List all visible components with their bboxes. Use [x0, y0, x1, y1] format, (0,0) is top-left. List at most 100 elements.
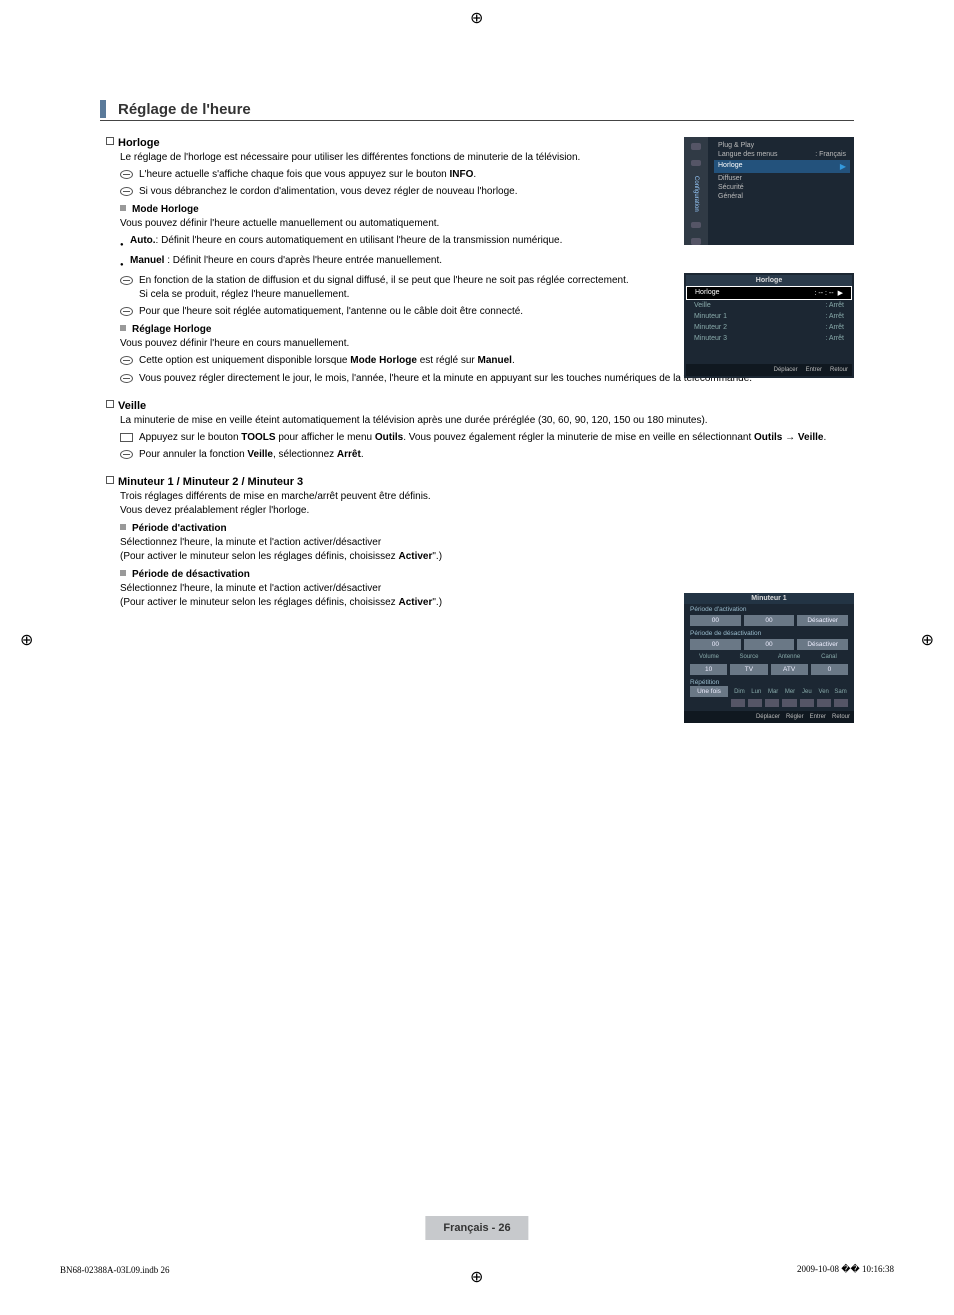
- osd-value: : -- : --: [815, 290, 834, 297]
- osd-item: Minuteur 1: [694, 313, 727, 320]
- osd-col-header: Canal: [810, 654, 848, 660]
- osd-item: Plug & Play: [718, 142, 754, 149]
- body-text: Manuel : Définit l'heure en cours d'aprè…: [130, 254, 442, 271]
- osd-footer-action: Retour: [830, 367, 848, 373]
- subsection-heading: Période d'activation: [132, 523, 227, 534]
- bullet-square-icon: [106, 476, 114, 484]
- body-text: La minuterie de mise en veille éteint au…: [120, 414, 854, 428]
- osd-cell: 00: [690, 615, 741, 626]
- document-timestamp: 2009-10-08 �� 10:16:38: [797, 1264, 894, 1275]
- crop-mark-icon: ⊕: [921, 630, 934, 650]
- section-heading: Veille: [118, 400, 146, 412]
- body-text: (Pour activer le minuteur selon les régl…: [120, 550, 640, 564]
- tools-icon: [120, 433, 133, 442]
- bullet-square-icon: [120, 325, 126, 331]
- content-area: Configuration Plug & Play Langue des men…: [100, 137, 854, 610]
- section-heading: Minuteur 1 / Minuteur 2 / Minuteur 3: [118, 476, 303, 488]
- osd-label: Répétition: [690, 679, 719, 686]
- chevron-right-icon: ▶: [838, 289, 843, 297]
- osd-cell: TV: [730, 664, 767, 675]
- page-footer: Français - 26: [425, 1216, 528, 1240]
- section-title-row: Réglage de l'heure: [100, 100, 854, 121]
- osd-cell: 00: [690, 639, 741, 650]
- bullet-square-icon: [106, 137, 114, 145]
- osd-footer-action: Déplacer: [774, 367, 798, 373]
- osd-col-header: Antenne: [770, 654, 808, 660]
- osd-day: Dim: [732, 689, 747, 695]
- note-text: En fonction de la station de diffusion e…: [139, 274, 640, 302]
- osd-day: Sam: [833, 689, 848, 695]
- osd-item: Sécurité: [718, 184, 744, 191]
- osd-selected-item: Horloge: [718, 162, 743, 171]
- osd-footer-action: Retour: [832, 714, 850, 720]
- osd-item: Général: [718, 193, 743, 200]
- osd-col-header: Source: [730, 654, 768, 660]
- body-text: Sélectionnez l'heure, la minute et l'act…: [120, 536, 640, 550]
- osd-item: Veille: [694, 302, 711, 309]
- document-id: BN68-02388A-03L09.indb 26: [60, 1265, 170, 1275]
- section-heading: Horloge: [118, 137, 160, 149]
- note-text: L'heure actuelle s'affiche chaque fois q…: [139, 168, 476, 182]
- osd-day: Mar: [766, 689, 781, 695]
- note-icon: [120, 187, 133, 196]
- note-icon: [120, 307, 133, 316]
- note-text: Pour que l'heure soit réglée automatique…: [139, 305, 523, 319]
- osd-footer-action: Régler: [786, 714, 804, 720]
- osd-cell: ATV: [771, 664, 808, 675]
- body-text: Vous pouvez définir l'heure en cours man…: [120, 337, 640, 351]
- osd-value: : Arrêt: [825, 335, 844, 342]
- osd-tab-icon: [691, 222, 701, 229]
- osd-cell: 10: [690, 664, 727, 675]
- osd-item: Horloge: [695, 289, 720, 297]
- osd-col-header: Volume: [690, 654, 728, 660]
- osd-config-panel: Configuration Plug & Play Langue des men…: [684, 137, 854, 245]
- osd-cell: 00: [744, 639, 795, 650]
- osd-minuteur-panel: Minuteur 1 Période d'activation 00 00 Dé…: [684, 593, 854, 723]
- bullet-square-icon: [120, 205, 126, 211]
- osd-label: Période de désactivation: [684, 628, 854, 637]
- bullet-square-icon: [120, 570, 126, 576]
- note-icon: [120, 374, 133, 383]
- body-text: Trois réglages différents de mise en mar…: [120, 490, 640, 504]
- bullet-dot-icon: [120, 237, 130, 251]
- note-text: Cette option est uniquement disponible l…: [139, 354, 515, 368]
- subsection-heading: Mode Horloge: [132, 204, 199, 215]
- subsection-heading: Réglage Horloge: [132, 324, 211, 335]
- osd-value: : Arrêt: [825, 324, 844, 331]
- note-icon: [120, 276, 133, 285]
- note-icon: [120, 450, 133, 459]
- body-text: (Pour activer le minuteur selon les régl…: [120, 596, 640, 610]
- body-text: Auto.: Définit l'heure en cours automati…: [130, 234, 562, 251]
- body-text: Sélectionnez l'heure, la minute et l'act…: [120, 582, 640, 596]
- osd-day: Ven: [816, 689, 831, 695]
- osd-cell: Une fois: [690, 686, 728, 697]
- osd-cell: 0: [811, 664, 848, 675]
- osd-footer-action: Entrer: [810, 714, 826, 720]
- osd-item: Minuteur 3: [694, 335, 727, 342]
- osd-tab-icon: [691, 238, 701, 245]
- body-text: Le réglage de l'horloge est nécessaire p…: [120, 151, 640, 165]
- osd-value: : Arrêt: [825, 313, 844, 320]
- body-text: Vous devez préalablement régler l'horlog…: [120, 504, 640, 518]
- note-text: Pour annuler la fonction Veille, sélecti…: [139, 448, 364, 462]
- osd-footer-action: Entrer: [806, 367, 822, 373]
- note-text: Vous pouvez régler directement le jour, …: [139, 372, 752, 386]
- osd-tab-strip: Configuration: [684, 137, 708, 245]
- osd-value: : Arrêt: [825, 302, 844, 309]
- crop-mark-icon: ⊕: [470, 1267, 483, 1287]
- osd-panel-title: Minuteur 1: [684, 593, 854, 604]
- osd-item: Minuteur 2: [694, 324, 727, 331]
- osd-day: Mer: [783, 689, 798, 695]
- body-text: Vous pouvez définir l'heure actuelle man…: [120, 217, 640, 231]
- crop-mark-icon: ⊕: [20, 630, 33, 650]
- bullet-dot-icon: [120, 257, 130, 271]
- osd-horloge-panel: Horloge Horloge: -- : --▶ Veille: Arrêt …: [684, 273, 854, 378]
- osd-panel-title: Horloge: [686, 275, 852, 286]
- note-icon: [120, 356, 133, 365]
- note-text: Appuyez sur le bouton TOOLS pour affiche…: [139, 431, 826, 445]
- bullet-square-icon: [106, 400, 114, 408]
- osd-day: Jeu: [799, 689, 814, 695]
- osd-label: Période d'activation: [684, 604, 854, 613]
- osd-item: Diffuser: [718, 175, 742, 182]
- osd-tab-icon: [691, 160, 701, 167]
